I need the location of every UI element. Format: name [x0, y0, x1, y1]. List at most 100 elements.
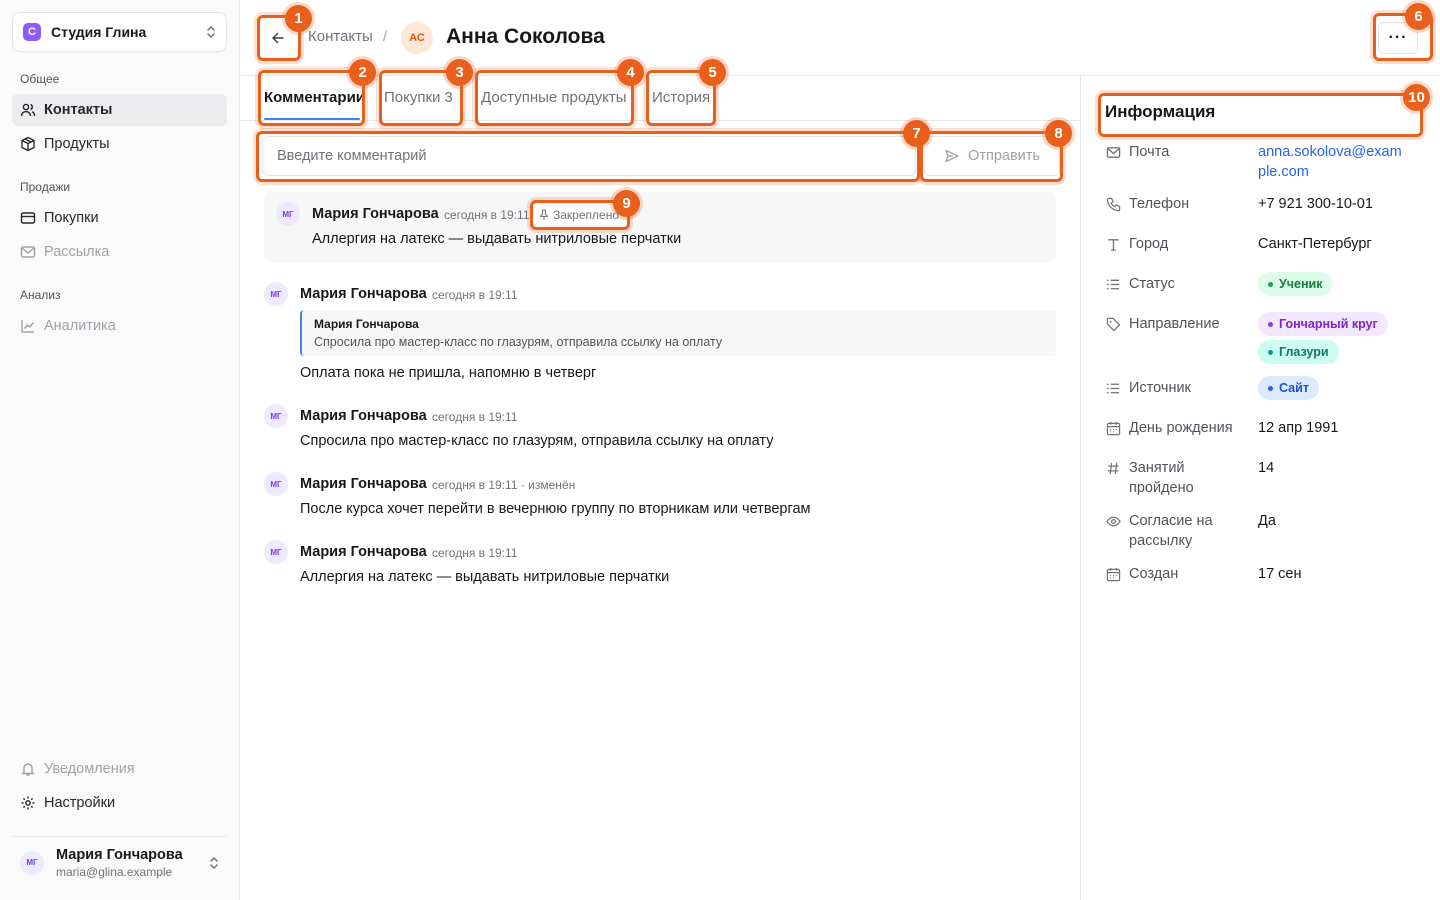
sidebar-item-mailing[interactable]: Рассылка [12, 236, 227, 268]
section-label-general: Общее [20, 72, 60, 86]
tag-icon [1105, 314, 1121, 334]
avatar: МГ [264, 282, 288, 306]
org-name: Студия Глина [51, 24, 147, 40]
org-switcher[interactable]: С Студия Глина [12, 12, 227, 52]
info-title: Информация [1105, 102, 1216, 121]
annotation-marker: 6 [1405, 3, 1432, 30]
comment-time: сегодня в 19:11 · изменён [432, 478, 576, 492]
section-label-analysis: Анализ [20, 288, 61, 302]
tab-available-products[interactable]: Доступные продукты [481, 89, 627, 121]
tab-history[interactable]: История [652, 89, 710, 121]
comment-time: сегодня в 19:11 [444, 208, 530, 222]
direction-tag[interactable]: Гончарный круг [1258, 312, 1388, 336]
city-value: Санкт-Петербург [1258, 236, 1372, 252]
direction-tag-label: Гончарный круг [1279, 317, 1378, 331]
user-email: maria@glina.example [56, 864, 173, 879]
sidebar-item-notifications[interactable]: Уведомления [12, 753, 227, 785]
comment-author: Мария Гончарова [312, 206, 439, 222]
quote-author: Мария Гончарова [314, 317, 419, 331]
comment-time: сегодня в 19:11 [432, 546, 518, 560]
comment-text: Аллергия на латекс — выдавать нитриловые… [300, 569, 670, 585]
status-badge-label: Ученик [1279, 277, 1323, 291]
avatar: МГ [264, 404, 288, 428]
list-icon [1105, 274, 1121, 294]
comment-text: Оплата пока не пришла, напомню в четверг [300, 365, 597, 381]
pinned-badge[interactable]: Закреплено [533, 205, 625, 225]
mail-icon [1105, 142, 1121, 162]
sidebar-item-label: Продукты [44, 136, 110, 152]
user-menu[interactable]: МГ Мария Гончарова maria@glina.example [12, 836, 227, 888]
comment-text: После курса хочет перейти в вечернюю гру… [300, 501, 811, 517]
lessons-value: 14 [1258, 460, 1275, 476]
email-link[interactable]: anna.sokolova@example.com [1258, 142, 1408, 182]
direction-tag-label: Глазури [1279, 345, 1329, 359]
contact-avatar: АС [401, 22, 433, 54]
annotation-marker: 2 [349, 59, 376, 86]
send-button[interactable]: Отправить [924, 136, 1060, 176]
birthday-value: 12 апр 1991 [1258, 420, 1339, 436]
annotation-marker: 1 [285, 5, 312, 32]
page-header: Контакты / АС Анна Соколова ··· [240, 0, 1440, 76]
phone-icon [1105, 194, 1121, 214]
annotation-marker: 9 [613, 190, 640, 217]
pin-icon [539, 209, 549, 220]
quote-text: Спросила про мастер-класс по глазурям, о… [314, 335, 723, 349]
annotation-marker: 10 [1403, 84, 1430, 111]
status-badge[interactable]: Ученик [1258, 272, 1333, 296]
info-label: Направление [1129, 316, 1220, 332]
sidebar: С Студия Глина Общее Контакты Продукты П… [0, 0, 240, 900]
sidebar-item-products[interactable]: Продукты [12, 128, 227, 160]
info-label: Почта [1129, 144, 1170, 160]
comment-author: Мария Гончарова [300, 476, 427, 492]
page-title: Анна Соколова [446, 25, 605, 48]
pinned-comment [264, 192, 1056, 262]
avatar: МГ [20, 850, 44, 875]
text-icon [1105, 234, 1121, 254]
calendar-icon [1105, 418, 1121, 438]
send-icon [945, 149, 959, 163]
hash-icon [1105, 458, 1121, 478]
source-tag[interactable]: Сайт [1258, 376, 1319, 400]
sidebar-item-analytics[interactable]: Аналитика [12, 310, 227, 342]
comment-author: Мария Гончарова [300, 408, 427, 424]
tab-purchases[interactable]: Покупки 3 [384, 89, 453, 121]
breadcrumb-contacts[interactable]: Контакты [308, 28, 373, 45]
quoted-comment[interactable]: Мария Гончарова Спросила про мастер-клас… [300, 310, 1056, 356]
annotation-marker: 4 [617, 59, 644, 86]
info-label: Занятий пройдено [1129, 460, 1194, 496]
chart-line-icon [20, 318, 36, 334]
list-icon [1105, 378, 1121, 398]
comment-time: сегодня в 19:11 [432, 288, 518, 302]
source-tag-label: Сайт [1279, 381, 1309, 395]
info-label: Телефон [1129, 196, 1190, 212]
annotation-marker: 8 [1045, 120, 1072, 147]
direction-tag[interactable]: Глазури [1258, 340, 1339, 364]
mail-icon [20, 244, 36, 260]
tab-comments[interactable]: Комментарии [264, 89, 365, 121]
info-panel: Информация Почта anna.sokolova@example.c… [1080, 76, 1440, 900]
active-tab-indicator [264, 118, 360, 120]
section-label-sales: Продажи [20, 180, 71, 194]
sidebar-item-label: Контакты [44, 102, 113, 118]
comment-author: Мария Гончарова [300, 286, 427, 302]
org-logo: С [23, 23, 41, 41]
package-icon [20, 136, 36, 152]
created-value: 17 сен [1258, 566, 1302, 582]
info-label: Источник [1129, 380, 1191, 396]
annotation-marker: 7 [903, 120, 930, 147]
info-label: Город [1129, 236, 1169, 252]
sidebar-item-contacts[interactable]: Контакты [12, 94, 227, 126]
comment-time: сегодня в 19:11 [432, 410, 518, 424]
sidebar-item-settings[interactable]: Настройки [12, 787, 227, 819]
eye-icon [1105, 511, 1121, 531]
sidebar-item-label: Рассылка [44, 244, 110, 260]
tab-count: 3 [444, 89, 453, 106]
info-label: Согласие на рассылку [1129, 513, 1213, 549]
gear-icon [20, 795, 36, 811]
chevron-updown-icon [206, 25, 216, 39]
arrow-left-icon [272, 32, 284, 44]
sidebar-item-label: Настройки [44, 795, 116, 811]
sidebar-item-purchases[interactable]: Покупки [12, 202, 227, 234]
comment-input[interactable] [262, 136, 916, 176]
avatar: МГ [264, 540, 288, 564]
